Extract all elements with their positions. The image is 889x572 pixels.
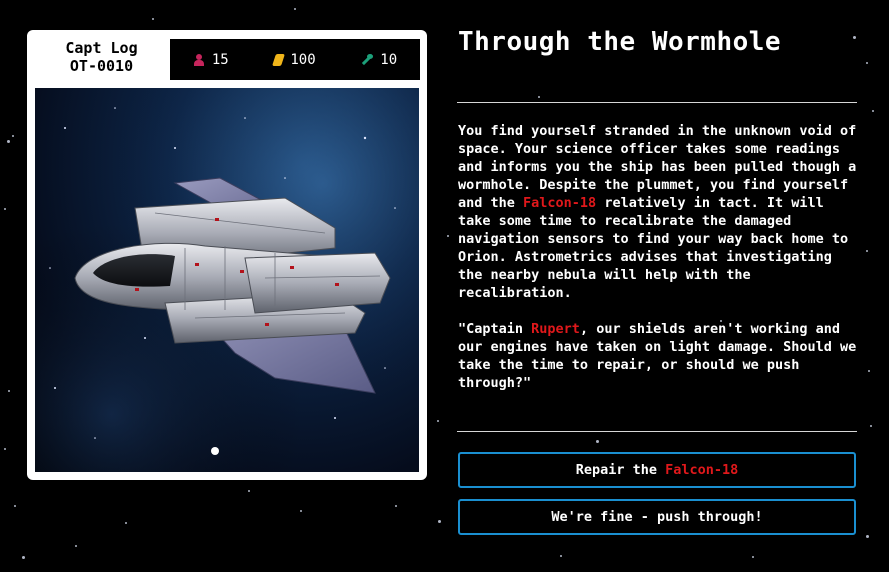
log-id: Capt Log OT-0010	[35, 39, 168, 81]
choices-divider	[457, 431, 857, 432]
push-button-label: We're fine - push through!	[551, 509, 763, 525]
wrench-icon	[361, 53, 374, 66]
story-text: You find yourself stranded in the unknow…	[458, 122, 858, 410]
repair-stat: 10	[361, 52, 397, 68]
log-code: OT-0010	[69, 57, 134, 75]
crew-icon	[193, 53, 205, 66]
ship-name: Falcon-18	[523, 195, 597, 211]
repair-button-ship-name: Falcon-18	[665, 462, 739, 478]
fuel-value: 100	[290, 51, 316, 68]
log-title: Capt Log	[65, 39, 138, 57]
repair-value: 10	[380, 51, 398, 68]
title-divider	[457, 102, 857, 103]
story-text-2a: "Captain	[458, 321, 532, 337]
fuel-stat: 100	[272, 51, 316, 68]
crew-stat: 15	[193, 52, 229, 68]
spaceship-illustration	[35, 88, 419, 472]
fuel-icon	[272, 53, 286, 66]
resource-bar: 15 100 10	[170, 39, 420, 80]
repair-button-label: Repair the	[575, 462, 666, 478]
captain-name: Rupert	[531, 321, 580, 337]
story-paragraph-2: "Captain Rupert, our shields aren't work…	[458, 320, 858, 392]
page-title: Through the Wormhole	[458, 27, 782, 57]
push-through-button[interactable]: We're fine - push through!	[458, 499, 856, 535]
crew-value: 15	[211, 51, 229, 68]
captain-log-card: Capt Log OT-0010 15 100 10	[27, 30, 427, 480]
scene-image	[35, 88, 419, 472]
story-paragraph-1: You find yourself stranded in the unknow…	[458, 122, 858, 302]
repair-ship-button[interactable]: Repair the Falcon-18	[458, 452, 856, 488]
